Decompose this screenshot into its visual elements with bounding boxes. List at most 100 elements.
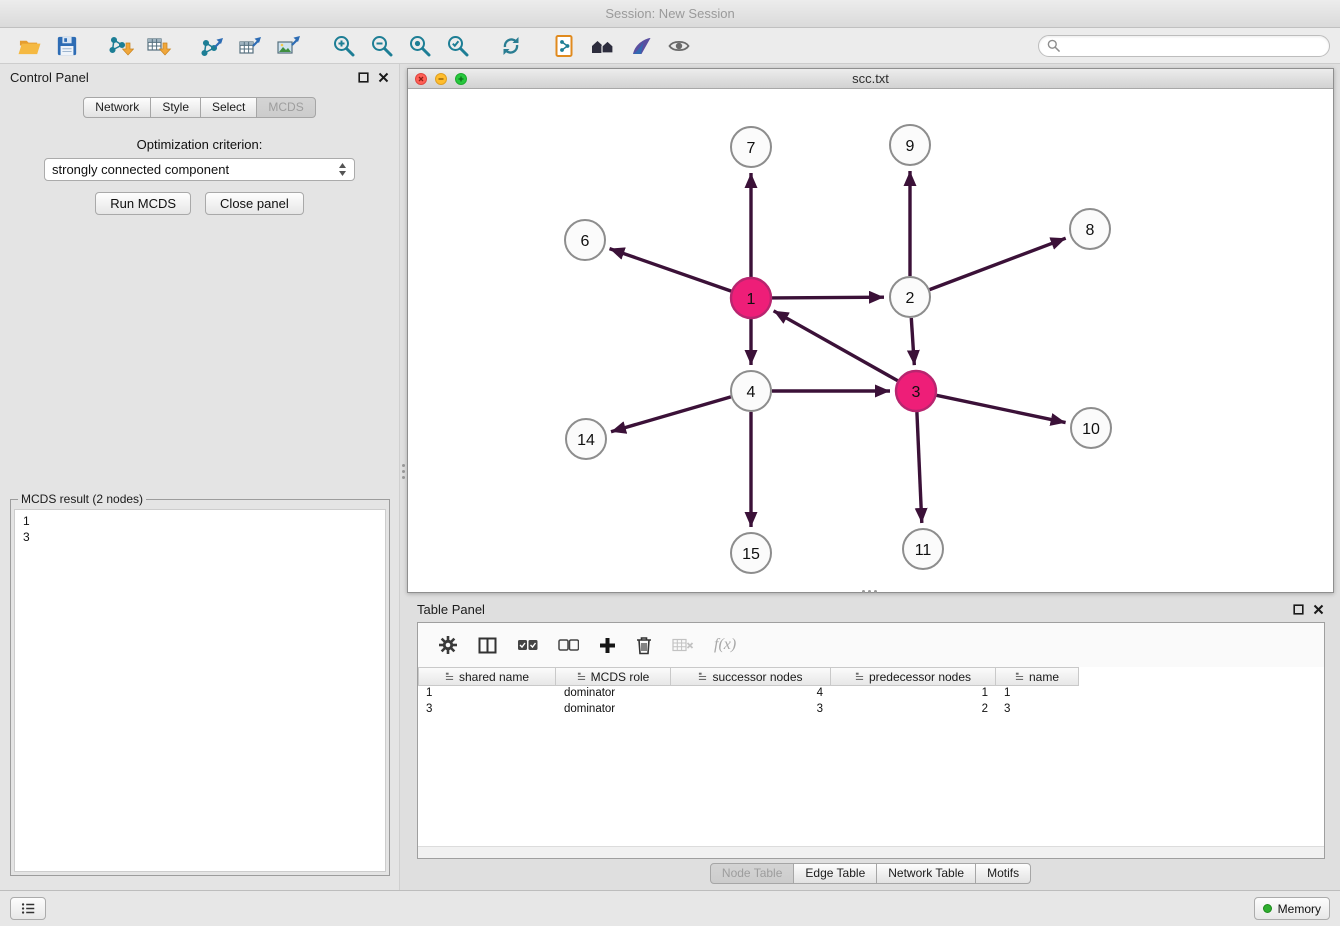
edge-4-14[interactable] — [611, 397, 731, 432]
node-7[interactable]: 7 — [731, 127, 771, 167]
memory-button[interactable]: Memory — [1254, 897, 1330, 920]
zoom-out-icon — [370, 34, 393, 57]
network-window-titlebar[interactable]: scc.txt — [408, 69, 1333, 89]
tab-style[interactable]: Style — [150, 97, 201, 118]
task-history-button[interactable] — [10, 897, 46, 920]
deselect-all-button[interactable] — [558, 630, 579, 660]
edge-1-2[interactable] — [772, 297, 884, 298]
column-header-name[interactable]: name — [996, 667, 1079, 686]
tab-node-table[interactable]: Node Table — [710, 863, 795, 884]
select-all-button[interactable] — [517, 630, 538, 660]
plus-icon — [599, 637, 616, 654]
first-neighbors-button[interactable] — [546, 31, 584, 61]
network-canvas[interactable]: 7 9 6 8 1 2 4 3 14 10 15 11 — [408, 89, 1333, 592]
node-2[interactable]: 2 — [890, 277, 930, 317]
node-label: 8 — [1086, 222, 1095, 239]
column-header-shared-name[interactable]: shared name — [418, 667, 556, 686]
zoom-in-button[interactable] — [324, 31, 362, 61]
table-cell[interactable]: 4 — [671, 686, 831, 702]
float-panel-icon[interactable] — [358, 72, 369, 83]
tab-network[interactable]: Network — [83, 97, 151, 118]
close-panel-button[interactable]: Close panel — [205, 192, 304, 215]
table-cell[interactable]: dominator — [556, 702, 671, 718]
export-network-button[interactable] — [194, 31, 232, 61]
zoom-fit-button[interactable] — [400, 31, 438, 61]
table-cell[interactable]: 3 — [996, 702, 1079, 718]
panel-splitter-handle[interactable] — [400, 458, 407, 484]
node-10[interactable]: 10 — [1071, 408, 1111, 448]
refresh-button[interactable] — [492, 31, 530, 61]
table-settings-button[interactable] — [438, 630, 458, 660]
column-header-filler — [1079, 667, 1324, 686]
import-table-button[interactable] — [140, 31, 178, 61]
table-cell[interactable]: 1 — [418, 686, 556, 702]
mcds-result-line: 1 — [15, 513, 385, 529]
delete-column-button[interactable] — [636, 630, 652, 660]
node-14[interactable]: 14 — [566, 419, 606, 459]
column-header-label: MCDS role — [591, 670, 650, 684]
edge-3-11[interactable] — [917, 412, 922, 523]
show-columns-button[interactable] — [478, 630, 497, 660]
node-15[interactable]: 15 — [731, 533, 771, 573]
window-zoom-button[interactable] — [455, 73, 467, 85]
table-row[interactable]: 1dominator411 — [418, 686, 1324, 702]
node-11[interactable]: 11 — [903, 529, 943, 569]
export-image-button[interactable] — [270, 31, 308, 61]
edge-3-10[interactable] — [937, 395, 1066, 422]
table-cell[interactable]: 3 — [671, 702, 831, 718]
node-8[interactable]: 8 — [1070, 209, 1110, 249]
column-header-label: successor nodes — [712, 670, 802, 684]
function-builder-button[interactable]: f(x) — [714, 630, 736, 660]
app-title-bar: Session: New Session — [0, 0, 1340, 28]
criterion-select[interactable]: strongly connected component — [44, 158, 355, 181]
edge-2-8[interactable] — [930, 238, 1066, 289]
close-panel-icon[interactable] — [1313, 604, 1324, 615]
styles-button[interactable] — [622, 31, 660, 61]
save-session-button[interactable] — [48, 31, 86, 61]
column-header-predecessor-nodes[interactable]: predecessor nodes — [831, 667, 996, 686]
table-cell[interactable]: 1 — [996, 686, 1079, 702]
network-resize-handle[interactable] — [856, 588, 882, 595]
table-cell[interactable]: 1 — [831, 686, 996, 702]
node-label: 1 — [747, 291, 756, 308]
node-3[interactable]: 3 — [896, 371, 936, 411]
run-mcds-button[interactable]: Run MCDS — [95, 192, 191, 215]
edge-3-1[interactable] — [774, 311, 898, 381]
column-header-successor-nodes[interactable]: successor nodes — [671, 667, 831, 686]
column-header-MCDS-role[interactable]: MCDS role — [556, 667, 671, 686]
import-network-button[interactable] — [102, 31, 140, 61]
node-6[interactable]: 6 — [565, 220, 605, 260]
search-box[interactable] — [1038, 35, 1330, 57]
add-column-button[interactable] — [599, 630, 616, 660]
table-cell[interactable]: 2 — [831, 702, 996, 718]
show-hide-button[interactable] — [660, 31, 698, 61]
window-minimize-button[interactable] — [435, 73, 447, 85]
table-hscrollbar[interactable] — [418, 846, 1324, 858]
tab-network-table[interactable]: Network Table — [876, 863, 976, 884]
tab-motifs[interactable]: Motifs — [975, 863, 1031, 884]
node-9[interactable]: 9 — [890, 125, 930, 165]
tab-select[interactable]: Select — [200, 97, 257, 118]
close-panel-icon[interactable] — [378, 72, 389, 83]
node-4[interactable]: 4 — [731, 371, 771, 411]
edge-2-3[interactable] — [911, 318, 914, 365]
export-table-icon — [238, 35, 264, 57]
edge-1-6[interactable] — [610, 249, 732, 292]
table-row[interactable]: 3dominator323 — [418, 702, 1324, 718]
open-session-button[interactable] — [10, 31, 48, 61]
tab-edge-table[interactable]: Edge Table — [793, 863, 877, 884]
float-panel-icon[interactable] — [1293, 604, 1304, 615]
overview-button[interactable] — [584, 31, 622, 61]
search-input[interactable] — [1065, 37, 1321, 55]
tab-mcds[interactable]: MCDS — [256, 97, 315, 118]
zoom-out-button[interactable] — [362, 31, 400, 61]
node-1[interactable]: 1 — [731, 278, 771, 318]
status-bar: Memory — [0, 890, 1340, 926]
zoom-selected-button[interactable] — [438, 31, 476, 61]
window-close-button[interactable] — [415, 73, 427, 85]
app-title: Session: New Session — [605, 6, 734, 21]
table-cell[interactable]: 3 — [418, 702, 556, 718]
table-cell[interactable]: dominator — [556, 686, 671, 702]
export-table-button[interactable] — [232, 31, 270, 61]
delete-table-button[interactable] — [672, 630, 694, 660]
